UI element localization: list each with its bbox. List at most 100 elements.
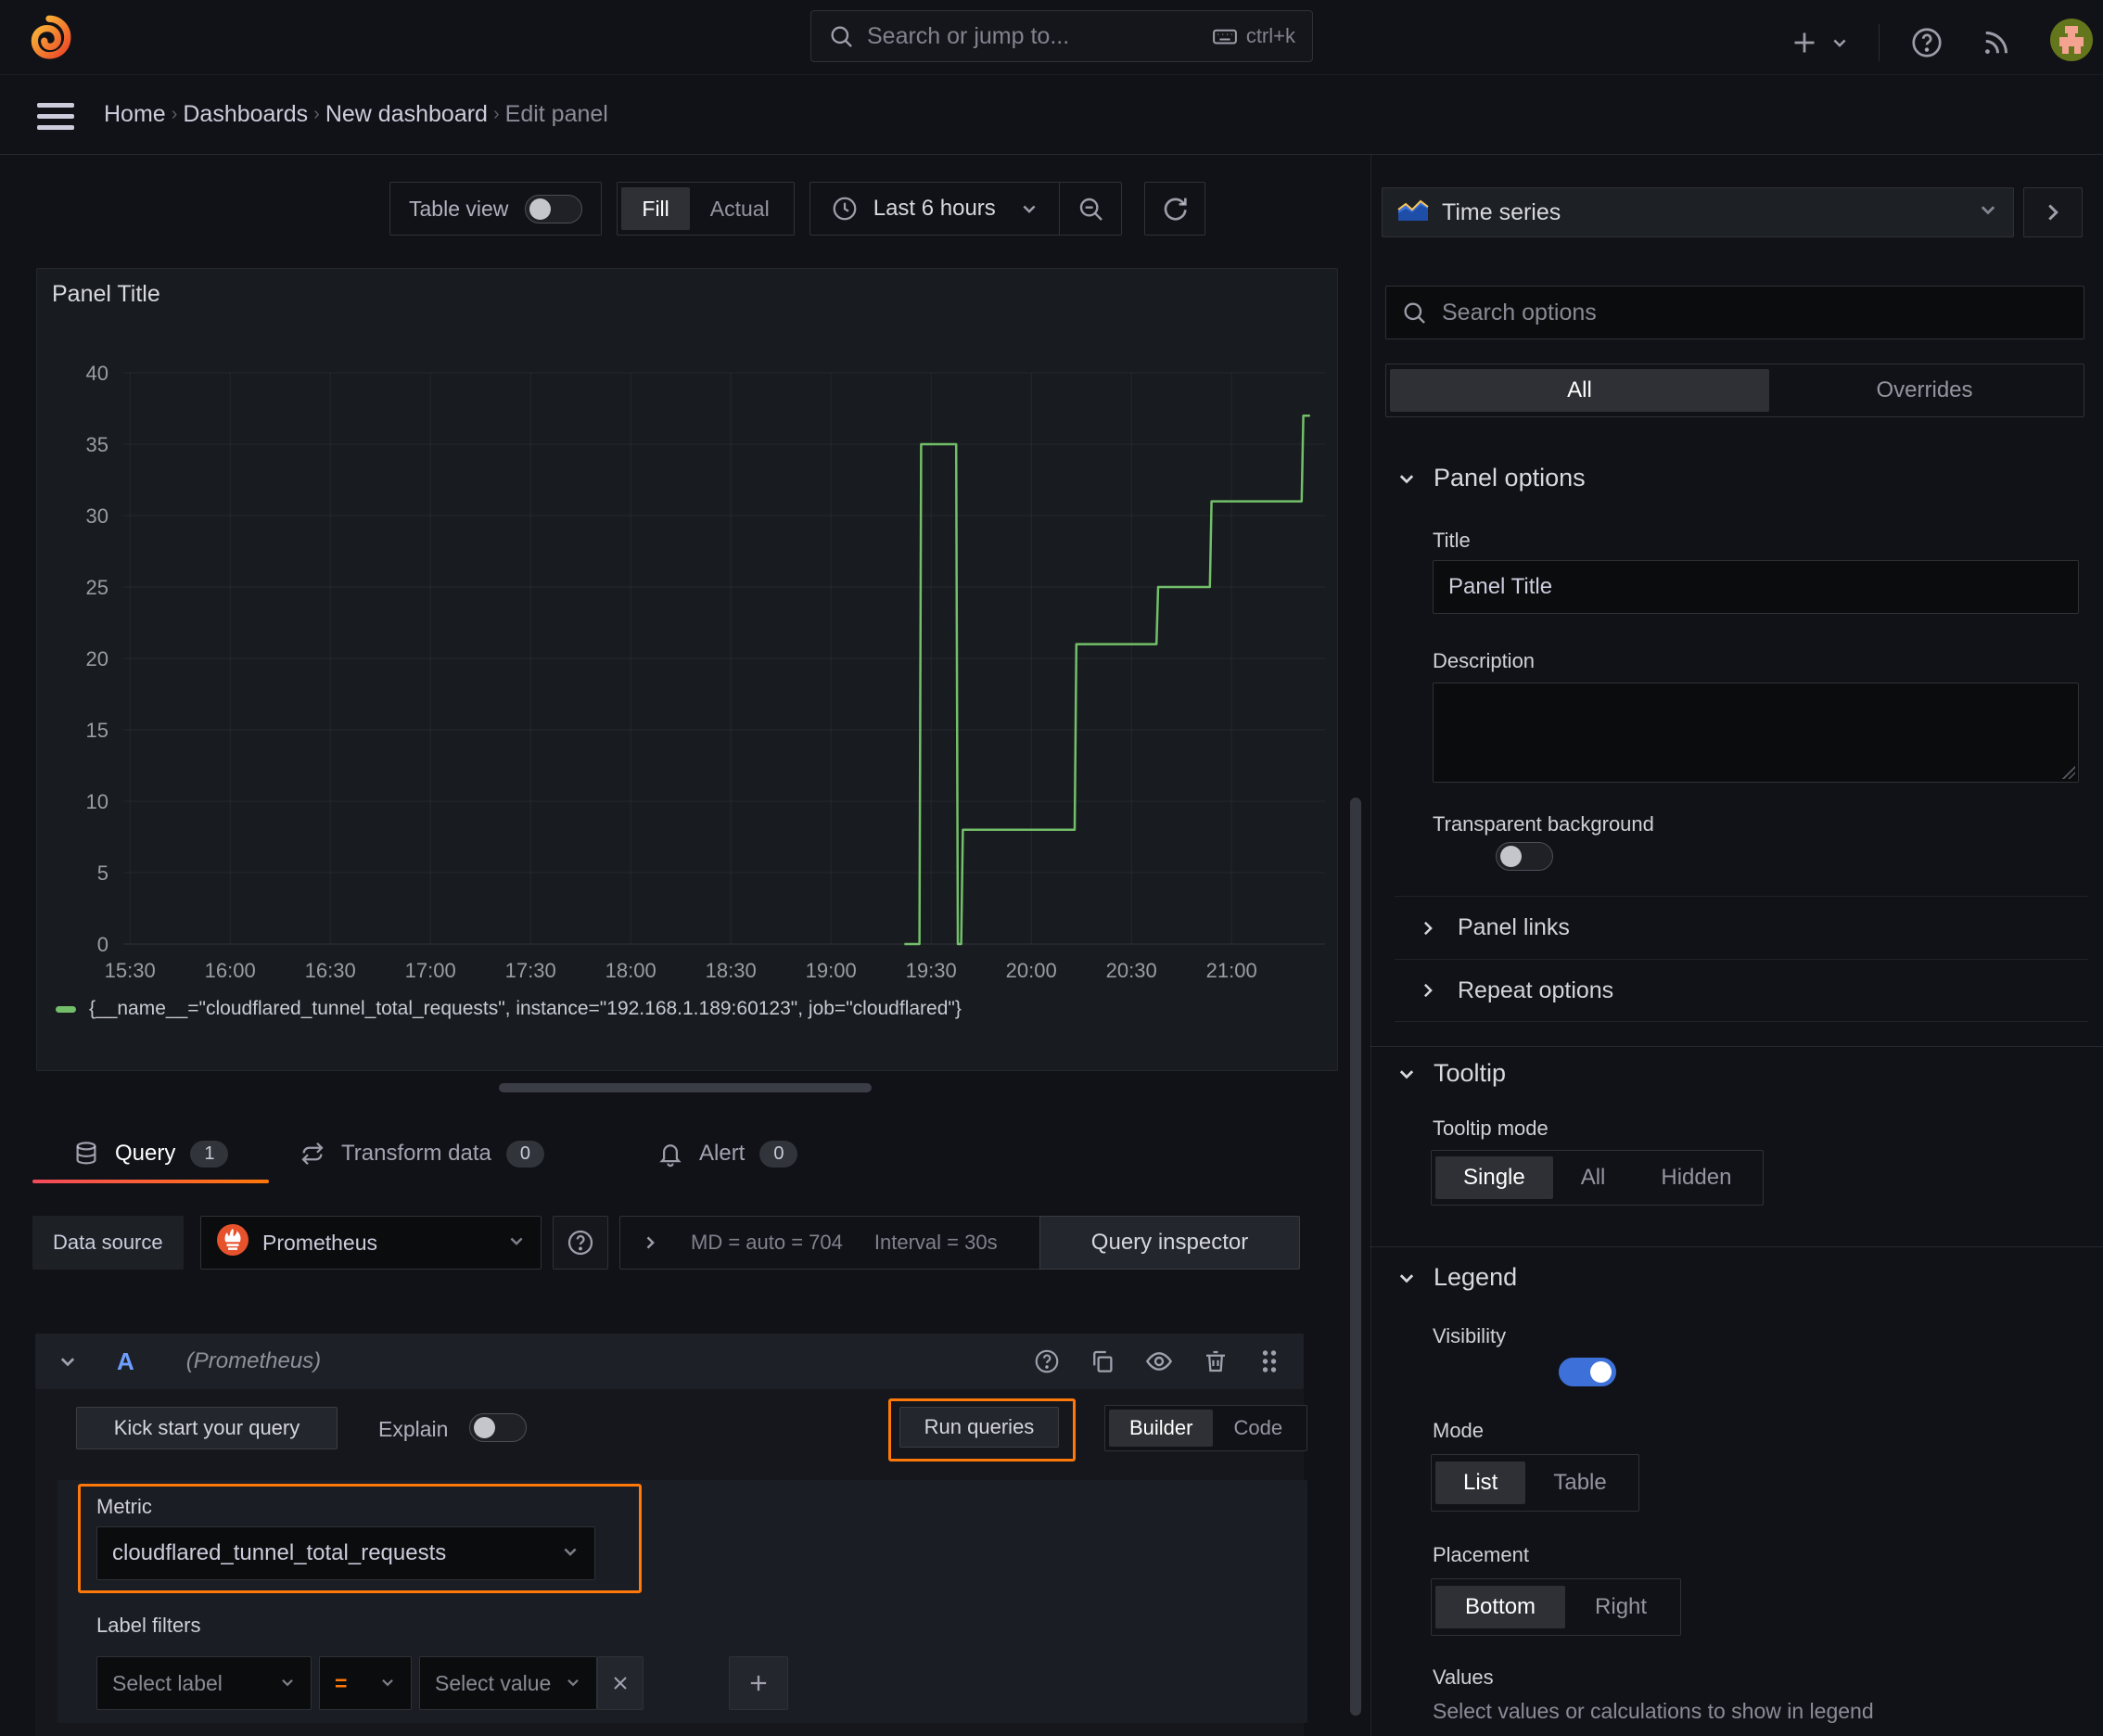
- actual-option[interactable]: Actual: [690, 187, 790, 230]
- tooltip-hidden-option[interactable]: Hidden: [1633, 1156, 1759, 1199]
- explain-toggle[interactable]: [469, 1413, 527, 1442]
- tab-query-label: Query: [115, 1141, 176, 1166]
- panel-resize-handle[interactable]: [499, 1083, 872, 1092]
- stats-chevron-right-icon[interactable]: [641, 1233, 659, 1252]
- table-view-control: Table view: [389, 182, 603, 236]
- global-search[interactable]: Search or jump to... ctrl+k: [810, 10, 1313, 62]
- visibility-label: Visibility: [1433, 1324, 1507, 1347]
- description-input[interactable]: [1433, 683, 2079, 783]
- search-icon: [1401, 300, 1427, 326]
- help-icon[interactable]: [1909, 25, 1944, 60]
- resize-corner-icon[interactable]: [2062, 766, 2075, 779]
- tab-alert[interactable]: Alert 0: [656, 1130, 798, 1178]
- tooltip-all-option[interactable]: All: [1553, 1156, 1634, 1199]
- datasource-select[interactable]: Prometheus: [200, 1216, 542, 1270]
- visualization-name: Time series: [1442, 198, 1561, 225]
- transparent-background-toggle[interactable]: [1496, 842, 1554, 871]
- svg-text:16:30: 16:30: [305, 959, 356, 982]
- zoom-out-button[interactable]: [1058, 182, 1122, 236]
- svg-text:20:00: 20:00: [1006, 959, 1057, 982]
- query-collapse-chevron-down-icon[interactable]: [57, 1351, 78, 1372]
- svg-text:25: 25: [86, 576, 108, 599]
- metric-select[interactable]: cloudflared_tunnel_total_requests: [96, 1526, 595, 1580]
- svg-text:20: 20: [86, 647, 108, 670]
- table-view-label: Table view: [409, 196, 509, 221]
- legend-item[interactable]: {__name__="cloudflared_tunnel_total_requ…: [56, 998, 962, 1020]
- datasource-label: Data source: [32, 1216, 184, 1270]
- repeat-options-row[interactable]: Repeat options: [1395, 959, 2088, 1022]
- panel-options-section-header[interactable]: Panel options: [1396, 464, 1586, 492]
- tab-all[interactable]: All: [1390, 369, 1769, 412]
- legend-series-marker: [56, 1005, 76, 1013]
- news-rss-icon[interactable]: [1980, 26, 2013, 59]
- remove-filter-button[interactable]: [597, 1656, 644, 1710]
- delete-trash-icon[interactable]: [1202, 1347, 1230, 1375]
- top-bar: Search or jump to... ctrl+k: [0, 0, 2103, 75]
- section-divider: [1370, 1046, 2103, 1047]
- time-series-chart[interactable]: 0 5 10 15 20 25 30 35 40 15:30 16:00 16:30 17:00 17:3…: [36, 320, 1338, 991]
- visualization-picker[interactable]: Time series: [1382, 187, 2014, 237]
- stat-interval: Interval = 30s: [873, 1231, 998, 1254]
- tab-overrides[interactable]: Overrides: [1769, 369, 2080, 412]
- breadcrumb-dashboards[interactable]: Dashboards: [183, 101, 308, 128]
- menu-icon[interactable]: [37, 96, 74, 136]
- title-input[interactable]: [1433, 560, 2079, 614]
- add-filter-button[interactable]: [729, 1656, 788, 1710]
- time-range-chevron-down-icon: [1020, 199, 1039, 218]
- query-ref-id: A: [117, 1347, 134, 1375]
- duplicate-icon[interactable]: [1089, 1347, 1116, 1375]
- panel-links-row[interactable]: Panel links: [1395, 896, 2088, 959]
- breadcrumb-sep-icon: ›: [171, 103, 178, 124]
- run-queries-button[interactable]: Run queries: [899, 1407, 1059, 1448]
- search-options-input[interactable]: Search options: [1385, 286, 2084, 339]
- query-help-icon[interactable]: [1033, 1347, 1061, 1375]
- legend-list-option[interactable]: List: [1435, 1462, 1526, 1504]
- query-inspector-button[interactable]: Query inspector: [1039, 1216, 1300, 1270]
- breadcrumb-new-dashboard[interactable]: New dashboard: [325, 101, 488, 128]
- query-row-header[interactable]: A (Prometheus): [35, 1334, 1304, 1389]
- select-label-placeholder: Select label: [112, 1670, 223, 1695]
- tab-query[interactable]: Query 1: [72, 1130, 229, 1178]
- search-icon: [828, 23, 854, 49]
- operator-value: =: [335, 1670, 348, 1695]
- fill-option[interactable]: Fill: [621, 187, 690, 230]
- avatar[interactable]: [2050, 19, 2093, 67]
- add-icon[interactable]: [1788, 26, 1821, 59]
- time-range-picker[interactable]: Last 6 hours: [809, 182, 1059, 236]
- grafana-logo[interactable]: [26, 14, 72, 66]
- datasource-help-button[interactable]: [553, 1216, 608, 1270]
- chevron-right-icon: [2048, 204, 2058, 221]
- add-chevron-down-icon[interactable]: [1830, 33, 1849, 52]
- repeat-options-label: Repeat options: [1458, 976, 1614, 1003]
- kick-start-query-button[interactable]: Kick start your query: [76, 1407, 338, 1449]
- breadcrumb-home[interactable]: Home: [104, 101, 166, 128]
- table-view-toggle[interactable]: [525, 194, 583, 223]
- title-label: Title: [1433, 529, 1471, 552]
- legend-table-option[interactable]: Table: [1525, 1462, 1634, 1504]
- tooltip-section-header[interactable]: Tooltip: [1396, 1059, 1506, 1088]
- metric-chevron-down-icon: [561, 1541, 580, 1566]
- label-filters-label: Label filters: [96, 1614, 201, 1637]
- scrollbar-thumb[interactable]: [1350, 798, 1361, 1716]
- refresh-button[interactable]: [1143, 182, 1205, 236]
- svg-text:35: 35: [86, 433, 108, 456]
- tooltip-single-option[interactable]: Single: [1435, 1156, 1553, 1199]
- select-label-dropdown[interactable]: Select label: [96, 1656, 312, 1710]
- tab-transform[interactable]: Transform data 0: [299, 1130, 544, 1178]
- drag-grip-icon[interactable]: [1257, 1347, 1281, 1375]
- legend-section-header[interactable]: Legend: [1396, 1263, 1517, 1292]
- svg-text:10: 10: [86, 790, 108, 813]
- breadcrumb-sep-icon: ›: [313, 103, 320, 124]
- placement-right-option[interactable]: Right: [1565, 1586, 1676, 1628]
- panel-title: Panel Title: [52, 281, 160, 307]
- visibility-toggle[interactable]: [1559, 1358, 1617, 1386]
- expand-viz-panel-button[interactable]: [2023, 187, 2083, 237]
- values-hint: Select values or calculations to show in…: [1433, 1699, 1874, 1723]
- placement-bottom-option[interactable]: Bottom: [1435, 1586, 1566, 1628]
- toggle-visibility-eye-icon[interactable]: [1144, 1347, 1174, 1376]
- builder-option[interactable]: Builder: [1109, 1410, 1214, 1447]
- fill-actual-group: Fill Actual: [617, 182, 795, 236]
- select-value-dropdown[interactable]: Select value: [419, 1656, 597, 1710]
- code-option[interactable]: Code: [1213, 1410, 1303, 1447]
- operator-dropdown[interactable]: =: [319, 1656, 412, 1710]
